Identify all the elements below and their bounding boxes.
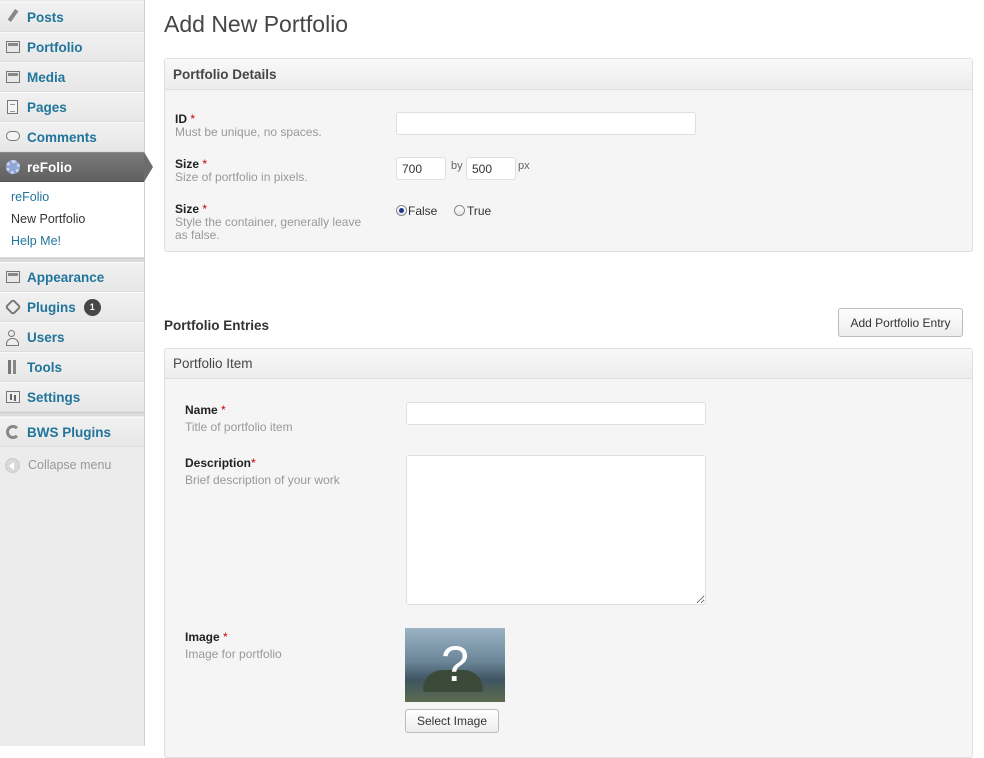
image-preview-thumbnail: ? bbox=[405, 628, 505, 702]
sidebar-item-users[interactable]: Users bbox=[0, 322, 144, 352]
portfolio-icon bbox=[5, 39, 21, 55]
sidebar-item-comments[interactable]: Comments bbox=[0, 122, 144, 152]
id-label: ID * bbox=[175, 112, 196, 126]
size-description: Size of portfolio in pixels. bbox=[175, 170, 308, 184]
collapse-arrow-icon bbox=[5, 457, 20, 473]
refolio-submenu: reFolio New Portfolio Help Me! bbox=[0, 182, 144, 258]
media-icon bbox=[5, 69, 21, 85]
required-marker: * bbox=[190, 112, 196, 126]
radio-false-label[interactable]: False bbox=[408, 204, 437, 218]
required-marker: * bbox=[221, 403, 226, 417]
sidebar-item-settings[interactable]: Settings bbox=[0, 382, 144, 412]
sidebar-item-portfolio[interactable]: Portfolio bbox=[0, 32, 144, 62]
panel-title: Portfolio Details bbox=[165, 59, 972, 90]
sidebar-item-appearance[interactable]: Appearance bbox=[0, 262, 144, 292]
sidebar-item-label: Tools bbox=[27, 359, 62, 375]
sidebar-item-label: Media bbox=[27, 69, 66, 85]
sidebar-item-label: Comments bbox=[27, 129, 97, 145]
style-description: Style the container, generally leave as … bbox=[175, 215, 362, 242]
radio-true[interactable] bbox=[454, 205, 465, 216]
add-portfolio-entry-button[interactable]: Add Portfolio Entry bbox=[838, 308, 963, 337]
height-input[interactable] bbox=[466, 157, 516, 180]
required-marker: * bbox=[223, 630, 228, 644]
gear-icon bbox=[5, 159, 21, 175]
id-input[interactable] bbox=[396, 112, 696, 135]
required-marker: * bbox=[202, 157, 208, 171]
panel-title: Portfolio Item bbox=[165, 349, 972, 379]
submenu-item-new-portfolio[interactable]: New Portfolio bbox=[11, 212, 85, 226]
collapse-menu-label: Collapse menu bbox=[28, 458, 112, 472]
by-label: by bbox=[451, 160, 463, 172]
comments-icon bbox=[5, 129, 21, 145]
sidebar-item-label: BWS Plugins bbox=[27, 424, 111, 440]
sidebar-item-label: reFolio bbox=[27, 159, 73, 175]
image-label: Image * bbox=[185, 630, 228, 644]
tools-icon bbox=[5, 359, 21, 375]
required-marker: * bbox=[202, 202, 208, 216]
main-content: Add New Portfolio Portfolio Details ID *… bbox=[145, 0, 984, 758]
pushpin-icon bbox=[5, 9, 21, 25]
required-marker: * bbox=[251, 456, 256, 470]
radio-true-label[interactable]: True bbox=[467, 204, 491, 218]
name-input[interactable] bbox=[406, 402, 706, 425]
sidebar-item-label: Posts bbox=[27, 9, 64, 25]
size-label: Size * bbox=[175, 157, 208, 171]
sidebar-item-label: Plugins bbox=[27, 299, 76, 315]
sidebar-item-tools[interactable]: Tools bbox=[0, 352, 144, 382]
description-label: Description* bbox=[185, 456, 256, 470]
submenu-item-refolio[interactable]: reFolio bbox=[11, 190, 49, 204]
appearance-icon bbox=[5, 269, 21, 285]
collapse-menu-button[interactable]: Collapse menu bbox=[0, 452, 144, 478]
style-label: Size * bbox=[175, 202, 208, 216]
sidebar-item-media[interactable]: Media bbox=[0, 62, 144, 92]
px-unit-label: px bbox=[518, 160, 530, 172]
portfolio-details-panel: Portfolio Details ID * Must be unique, n… bbox=[164, 58, 973, 252]
settings-icon bbox=[5, 389, 21, 405]
submenu-item-help[interactable]: Help Me! bbox=[11, 234, 61, 248]
sidebar-item-plugins[interactable]: Plugins 1 bbox=[0, 292, 144, 322]
sidebar-item-label: Appearance bbox=[27, 269, 105, 285]
select-image-button[interactable]: Select Image bbox=[405, 709, 499, 733]
sidebar-item-bws-plugins[interactable]: BWS Plugins bbox=[0, 417, 144, 447]
sidebar-item-label: Portfolio bbox=[27, 39, 83, 55]
radio-false[interactable] bbox=[396, 205, 407, 216]
admin-sidebar: Posts Portfolio Media Pages Comments reF… bbox=[0, 0, 153, 746]
sidebar-item-posts[interactable]: Posts bbox=[0, 2, 144, 32]
sidebar-item-label: Users bbox=[27, 329, 65, 345]
sidebar-item-pages[interactable]: Pages bbox=[0, 92, 144, 122]
menu-separator bbox=[0, 412, 144, 416]
page-title: Add New Portfolio bbox=[164, 11, 349, 37]
bws-icon bbox=[5, 424, 21, 440]
image-description: Image for portfolio bbox=[185, 647, 282, 661]
sidebar-item-refolio[interactable]: reFolio bbox=[0, 152, 153, 182]
update-count-badge: 1 bbox=[83, 298, 101, 316]
description-textarea[interactable] bbox=[406, 455, 706, 605]
pages-icon bbox=[5, 99, 21, 115]
question-mark-icon: ? bbox=[441, 636, 469, 692]
portfolio-entries-title: Portfolio Entries bbox=[164, 318, 270, 333]
id-description: Must be unique, no spaces. bbox=[175, 125, 322, 139]
sidebar-item-label: Settings bbox=[27, 389, 81, 405]
plugins-icon bbox=[4, 298, 22, 316]
description-description: Brief description of your work bbox=[185, 473, 340, 487]
users-icon bbox=[5, 329, 21, 346]
name-label: Name * bbox=[185, 403, 226, 417]
sidebar-item-label: Pages bbox=[27, 99, 67, 115]
name-description: Title of portfolio item bbox=[185, 420, 293, 434]
width-input[interactable] bbox=[396, 157, 446, 180]
